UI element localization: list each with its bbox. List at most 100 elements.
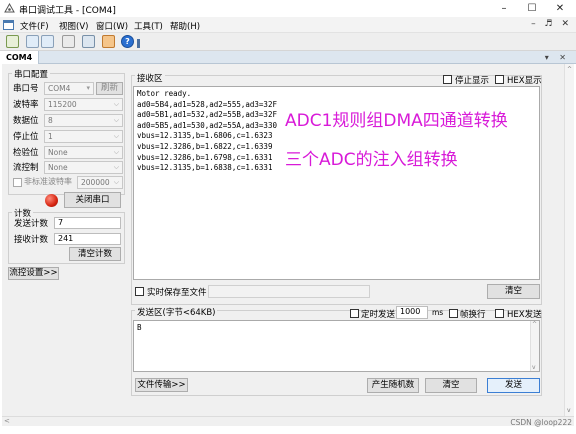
menu-view[interactable]: 视图(V) bbox=[59, 20, 88, 32]
menu-help[interactable]: 帮助(H) bbox=[170, 20, 200, 32]
flow-select[interactable]: None ⌵ bbox=[44, 161, 123, 174]
chevron-down-icon: ▾ bbox=[86, 84, 90, 92]
tab-controls[interactable]: ▾ ✕ bbox=[545, 51, 570, 64]
port-select[interactable]: COM4 ▾ bbox=[44, 82, 94, 95]
recv-line: vbus=12.3286,b=1.6798,c=1.6331 bbox=[137, 152, 273, 162]
layout-vertical-icon[interactable] bbox=[41, 35, 54, 48]
menu-bar: 文件(F) 视图(V) 窗口(W) 工具(T) 帮助(H) – ♬ ✕ bbox=[0, 17, 576, 33]
window-hscroll[interactable]: < bbox=[2, 416, 574, 426]
file-transfer-button[interactable]: 文件传输>> bbox=[135, 378, 188, 392]
stopbits-label: 停止位 bbox=[13, 132, 39, 142]
connect-icon[interactable] bbox=[6, 35, 19, 48]
recv-count-value: 241 bbox=[54, 233, 121, 245]
close-port-button[interactable]: 关闭串口 bbox=[64, 192, 121, 208]
stop-display-checkbox[interactable] bbox=[443, 75, 452, 84]
databits-value: 8 bbox=[48, 116, 53, 125]
newline-label: 帧换行 bbox=[460, 310, 486, 320]
recv-line: vbus=12.3135,b=1.6838,c=1.6331 bbox=[137, 163, 273, 173]
timed-send-label: 定时发送 bbox=[361, 310, 396, 320]
toolbar-overflow-icon[interactable] bbox=[137, 39, 140, 48]
scroll-up-icon[interactable]: ^ bbox=[532, 321, 537, 328]
stopbits-value: 1 bbox=[48, 132, 53, 141]
interval-unit-label: ms bbox=[432, 308, 444, 317]
document-tab-strip: COM4 ▾ ✕ bbox=[0, 51, 576, 64]
send-content: B bbox=[137, 323, 142, 332]
monitor-icon[interactable] bbox=[82, 35, 95, 48]
newline-checkbox[interactable] bbox=[449, 309, 458, 318]
flow-value: None bbox=[48, 163, 68, 172]
clear-count-button[interactable]: 清空计数 bbox=[69, 247, 121, 261]
recv-line: Motor ready. bbox=[137, 89, 192, 98]
hex-send-label: HEX发送 bbox=[507, 310, 542, 320]
stopbits-select[interactable]: 1 ⌵ bbox=[44, 130, 123, 143]
chevron-down-icon: ⌵ bbox=[113, 100, 119, 108]
tab-com4[interactable]: COM4 bbox=[0, 51, 40, 64]
port-config-title: 串口配置 bbox=[12, 68, 51, 80]
send-interval-input[interactable]: 1000 bbox=[396, 306, 428, 319]
databits-select[interactable]: 8 ⌵ bbox=[44, 114, 123, 127]
recv-line: vbus=12.3135,b=1.6806,c=1.6323 bbox=[137, 131, 273, 141]
timed-send-checkbox[interactable] bbox=[350, 309, 359, 318]
mdi-app-icon bbox=[3, 20, 14, 30]
send-clear-button[interactable]: 清空 bbox=[425, 378, 477, 393]
nonstd-baud-select[interactable]: 200000 ⌵ bbox=[77, 176, 123, 189]
nonstd-baud-value: 200000 bbox=[81, 178, 110, 187]
recv-line: ad0=5B5,ad1=530,ad2=55A,ad3=330 bbox=[137, 120, 277, 130]
refresh-button[interactable]: 刷新 bbox=[96, 82, 123, 95]
menu-window[interactable]: 窗口(W) bbox=[96, 20, 128, 32]
random-button[interactable]: 产生随机数 bbox=[367, 378, 419, 393]
hex-display-label: HEX显示 bbox=[507, 76, 542, 86]
recv-line: vbus=12.3286,b=1.6822,c=1.6339 bbox=[137, 142, 273, 151]
chevron-down-icon: ⌵ bbox=[113, 178, 119, 186]
save-realtime-label: 实时保存至文件 bbox=[147, 288, 207, 298]
receive-title: 接收区 bbox=[135, 72, 165, 84]
chevron-down-icon: ⌵ bbox=[113, 132, 119, 140]
menu-file[interactable]: 文件(F) bbox=[20, 20, 49, 32]
scroll-left-icon[interactable]: < bbox=[4, 417, 10, 425]
watermark: CSDN @loop222 bbox=[510, 418, 572, 427]
send-title: 发送区(字节<64KB) bbox=[135, 306, 218, 318]
app-icon bbox=[4, 3, 15, 13]
receive-clear-button[interactable]: 清空 bbox=[487, 284, 540, 299]
nonstd-baud-checkbox[interactable] bbox=[13, 178, 22, 187]
save-file-path-field[interactable] bbox=[208, 285, 370, 298]
layout-horizontal-icon[interactable] bbox=[26, 35, 39, 48]
parity-select[interactable]: None ⌵ bbox=[44, 146, 123, 159]
nonstd-baud-label: 非标准波特率 bbox=[24, 177, 72, 186]
toolbar: ? bbox=[0, 33, 576, 51]
flow-label: 流控制 bbox=[13, 163, 39, 173]
port-status-led-icon bbox=[45, 194, 58, 207]
parity-label: 检验位 bbox=[13, 148, 39, 158]
close-button[interactable]: ✕ bbox=[546, 0, 574, 17]
baud-value: 115200 bbox=[48, 100, 77, 109]
menu-tools[interactable]: 工具(T) bbox=[134, 20, 163, 32]
scroll-down-icon[interactable]: v bbox=[532, 364, 536, 371]
mdi-window-controls[interactable]: – ♬ ✕ bbox=[531, 19, 572, 29]
hex-send-checkbox[interactable] bbox=[495, 309, 504, 318]
send-scrollbar[interactable]: ^ v bbox=[530, 321, 539, 371]
receive-textarea[interactable]: Motor ready. ad0=5B4,ad1=528,ad2=555,ad3… bbox=[133, 86, 540, 280]
hex-display-checkbox[interactable] bbox=[495, 75, 504, 84]
minimize-button[interactable]: – bbox=[490, 0, 518, 17]
parity-value: None bbox=[48, 148, 68, 157]
document-icon[interactable] bbox=[62, 35, 75, 48]
scroll-up-icon[interactable]: ^ bbox=[567, 66, 572, 73]
window-title: 串口调试工具 - [COM4] bbox=[19, 6, 116, 16]
window-vscroll[interactable]: ^ v bbox=[564, 64, 574, 416]
recv-count-label: 接收计数 bbox=[14, 235, 49, 245]
save-realtime-checkbox[interactable] bbox=[135, 287, 144, 296]
sent-count-value: 7 bbox=[54, 217, 121, 229]
settings-icon[interactable] bbox=[102, 35, 115, 48]
chevron-down-icon: ⌵ bbox=[113, 163, 119, 171]
baud-select[interactable]: 115200 ⌵ bbox=[44, 98, 123, 111]
port-value: COM4 bbox=[48, 84, 71, 93]
send-button[interactable]: 发送 bbox=[487, 378, 540, 393]
port-label: 串口号 bbox=[13, 84, 39, 94]
send-textarea[interactable]: B ^ v bbox=[133, 320, 540, 372]
client-area: 串口配置 串口号 COM4 ▾ 刷新 波特率 115200 ⌵ 数据位 8 ⌵ … bbox=[2, 64, 574, 416]
recv-line: ad0=5B1,ad1=532,ad2=55B,ad3=32F bbox=[137, 110, 277, 120]
maximize-button[interactable]: ☐ bbox=[518, 0, 546, 17]
flow-settings-button[interactable]: 流控设置>> bbox=[8, 267, 59, 280]
help-icon[interactable]: ? bbox=[121, 35, 134, 48]
scroll-down-icon[interactable]: v bbox=[567, 407, 571, 414]
